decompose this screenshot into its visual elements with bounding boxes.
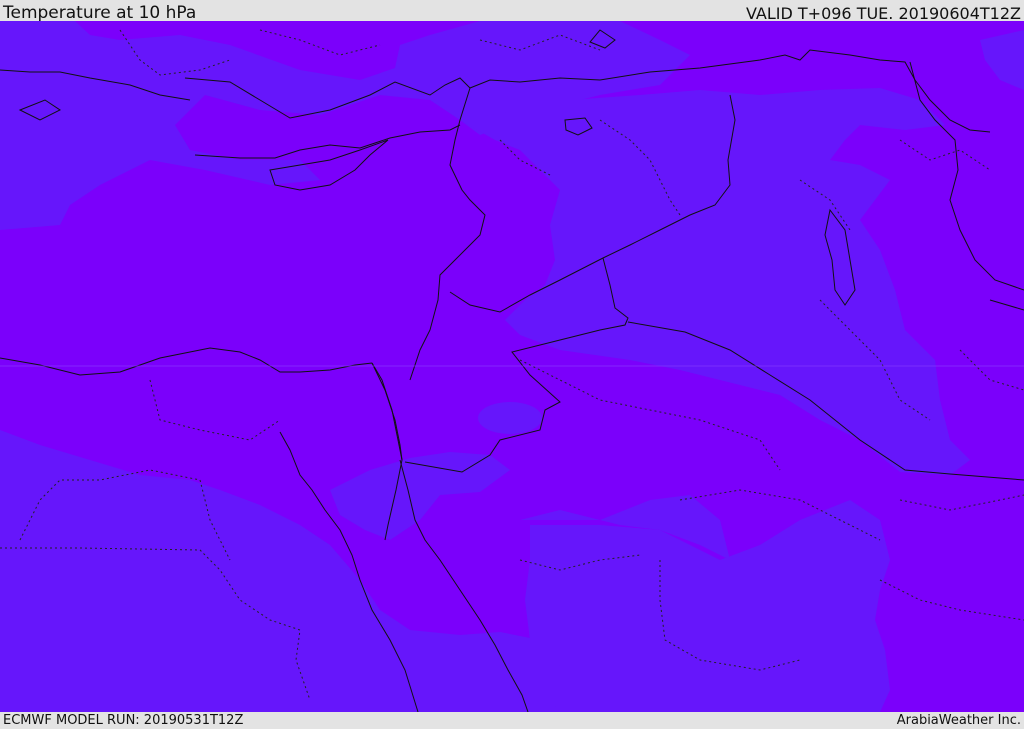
model-run-label: ECMWF MODEL RUN: 20190531T12Z: [3, 713, 244, 728]
footer-bar: ECMWF MODEL RUN: 20190531T12Z ArabiaWeat…: [0, 712, 1024, 729]
header-bar: Temperature at 10 hPa VALID T+096 TUE. 2…: [0, 0, 1024, 23]
credit-label: ArabiaWeather Inc.: [896, 713, 1021, 728]
temperature-map: [0, 21, 1024, 712]
